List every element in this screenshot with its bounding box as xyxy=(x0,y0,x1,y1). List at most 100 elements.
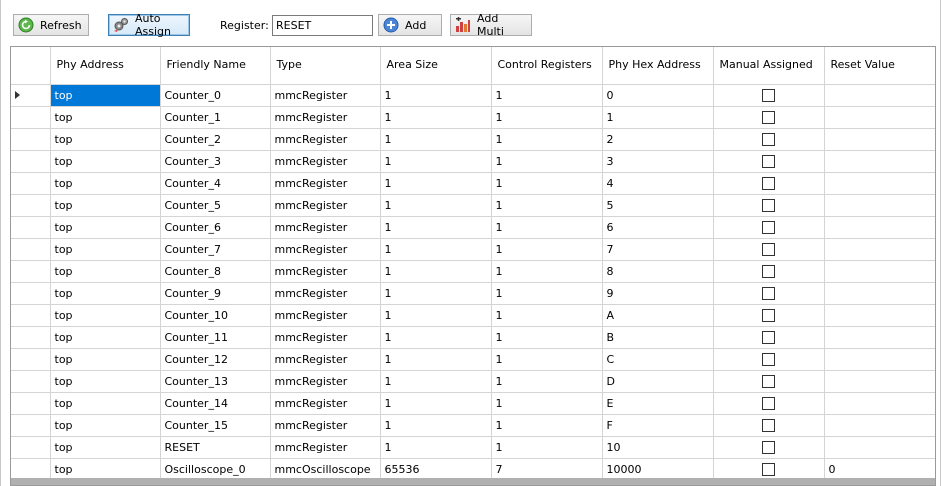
auto-assign-button[interactable]: Auto Assign xyxy=(108,12,190,38)
manual-assigned-checkbox[interactable] xyxy=(762,352,775,366)
manual-assigned-checkbox[interactable] xyxy=(762,308,775,322)
row-header[interactable] xyxy=(11,348,51,371)
area-size-cell[interactable]: 1 xyxy=(380,260,492,283)
phy-address-cell[interactable]: top xyxy=(50,370,161,393)
manual-assigned-checkbox[interactable] xyxy=(762,110,775,124)
phy-hex-address-cell[interactable]: 9 xyxy=(602,282,714,305)
manual-assigned-checkbox[interactable] xyxy=(762,242,775,256)
friendly-name-cell[interactable]: Counter_11 xyxy=(160,326,271,349)
row-header[interactable] xyxy=(11,370,51,393)
control-registers-cell[interactable]: 1 xyxy=(491,172,603,195)
phy-hex-address-cell[interactable]: 0 xyxy=(602,84,714,107)
control-registers-cell[interactable]: 1 xyxy=(491,436,603,459)
row-header[interactable] xyxy=(11,106,51,129)
phy-address-cell[interactable]: top xyxy=(50,194,161,217)
reset-value-cell[interactable] xyxy=(824,436,935,459)
type-cell[interactable]: mmcRegister xyxy=(270,150,381,173)
phy-hex-address-cell[interactable]: 8 xyxy=(602,260,714,283)
friendly-name-cell[interactable]: Counter_3 xyxy=(160,150,271,173)
phy-hex-address-cell[interactable]: F xyxy=(602,414,714,437)
area-size-cell[interactable]: 1 xyxy=(380,216,492,239)
manual-assigned-checkbox[interactable] xyxy=(762,176,775,190)
type-cell[interactable]: mmcRegister xyxy=(270,216,381,239)
row-header[interactable] xyxy=(11,194,51,217)
reset-value-cell[interactable] xyxy=(824,282,935,305)
friendly-name-cell[interactable]: Oscilloscope_0 xyxy=(160,458,271,481)
type-cell[interactable]: mmcRegister xyxy=(270,282,381,305)
phy-hex-address-cell[interactable]: 5 xyxy=(602,194,714,217)
table-row[interactable]: top Counter_8 mmcRegister 1 1 8 xyxy=(11,260,935,283)
table-row[interactable]: top Counter_4 mmcRegister 1 1 4 xyxy=(11,172,935,195)
area-size-cell[interactable]: 1 xyxy=(380,282,492,305)
phy-address-cell[interactable]: top xyxy=(50,84,161,107)
type-cell[interactable]: mmcRegister xyxy=(270,392,381,415)
phy-hex-address-cell[interactable]: 1 xyxy=(602,106,714,129)
manual-assigned-checkbox[interactable] xyxy=(762,286,775,300)
reset-value-cell[interactable] xyxy=(824,304,935,327)
table-row[interactable]: top Counter_1 mmcRegister 1 1 1 xyxy=(11,106,935,129)
manual-assigned-checkbox[interactable] xyxy=(762,264,775,278)
reset-value-cell[interactable] xyxy=(824,414,935,437)
column-header-manual-assigned[interactable]: Manual Assigned xyxy=(713,47,825,85)
table-row[interactable]: top Oscilloscope_0 mmcOscilloscope 65536 7 10… xyxy=(11,458,935,481)
control-registers-cell[interactable]: 1 xyxy=(491,260,603,283)
area-size-cell[interactable]: 1 xyxy=(380,172,492,195)
row-header[interactable] xyxy=(11,392,51,415)
row-header[interactable] xyxy=(11,238,51,261)
reset-value-cell[interactable] xyxy=(824,84,935,107)
row-header[interactable] xyxy=(11,304,51,327)
refresh-button[interactable]: Refresh xyxy=(13,14,89,36)
phy-address-cell[interactable]: top xyxy=(50,172,161,195)
row-header[interactable] xyxy=(11,458,51,481)
type-cell[interactable]: mmcRegister xyxy=(270,172,381,195)
phy-hex-address-cell[interactable]: 7 xyxy=(602,238,714,261)
area-size-cell[interactable]: 1 xyxy=(380,392,492,415)
friendly-name-cell[interactable]: Counter_10 xyxy=(160,304,271,327)
phy-address-cell[interactable]: top xyxy=(50,106,161,129)
table-row[interactable]: top Counter_0 mmcRegister 1 1 0 xyxy=(11,84,935,107)
phy-address-cell[interactable]: top xyxy=(50,260,161,283)
control-registers-cell[interactable]: 1 xyxy=(491,282,603,305)
add-button[interactable]: Add xyxy=(378,14,442,36)
row-header[interactable] xyxy=(11,216,51,239)
control-registers-cell[interactable]: 1 xyxy=(491,414,603,437)
table-row[interactable]: top Counter_10 mmcRegister 1 1 A xyxy=(11,304,935,327)
friendly-name-cell[interactable]: Counter_5 xyxy=(160,194,271,217)
type-cell[interactable]: mmcRegister xyxy=(270,128,381,151)
column-header-phy-address[interactable]: Phy Address xyxy=(50,47,161,85)
row-header[interactable] xyxy=(11,260,51,283)
phy-address-cell[interactable]: top xyxy=(50,436,161,459)
manual-assigned-checkbox[interactable] xyxy=(762,154,775,168)
manual-assigned-checkbox[interactable] xyxy=(762,440,775,454)
control-registers-cell[interactable]: 1 xyxy=(491,150,603,173)
phy-address-cell[interactable]: top xyxy=(50,282,161,305)
type-cell[interactable]: mmcRegister xyxy=(270,436,381,459)
column-header-area-size[interactable]: Area Size xyxy=(380,47,492,85)
type-cell[interactable]: mmcRegister xyxy=(270,414,381,437)
phy-address-cell[interactable]: top xyxy=(50,392,161,415)
control-registers-cell[interactable]: 1 xyxy=(491,128,603,151)
row-header[interactable] xyxy=(11,326,51,349)
table-row[interactable]: top Counter_13 mmcRegister 1 1 D xyxy=(11,370,935,393)
type-cell[interactable]: mmcRegister xyxy=(270,194,381,217)
manual-assigned-checkbox[interactable] xyxy=(762,132,775,146)
phy-hex-address-cell[interactable]: E xyxy=(602,392,714,415)
area-size-cell[interactable]: 1 xyxy=(380,106,492,129)
phy-address-cell[interactable]: top xyxy=(50,216,161,239)
phy-address-cell[interactable]: top xyxy=(50,238,161,261)
control-registers-cell[interactable]: 1 xyxy=(491,106,603,129)
manual-assigned-checkbox[interactable] xyxy=(762,462,775,476)
row-header[interactable] xyxy=(11,414,51,437)
manual-assigned-checkbox[interactable] xyxy=(762,418,775,432)
reset-value-cell[interactable] xyxy=(824,216,935,239)
manual-assigned-checkbox[interactable] xyxy=(762,198,775,212)
add-multi-button[interactable]: Add Multi xyxy=(450,12,532,38)
control-registers-cell[interactable]: 1 xyxy=(491,392,603,415)
area-size-cell[interactable]: 1 xyxy=(380,370,492,393)
area-size-cell[interactable]: 1 xyxy=(380,436,492,459)
type-cell[interactable]: mmcRegister xyxy=(270,84,381,107)
phy-hex-address-cell[interactable]: 2 xyxy=(602,128,714,151)
friendly-name-cell[interactable]: Counter_12 xyxy=(160,348,271,371)
table-row[interactable]: top Counter_5 mmcRegister 1 1 5 xyxy=(11,194,935,217)
control-registers-cell[interactable]: 1 xyxy=(491,326,603,349)
